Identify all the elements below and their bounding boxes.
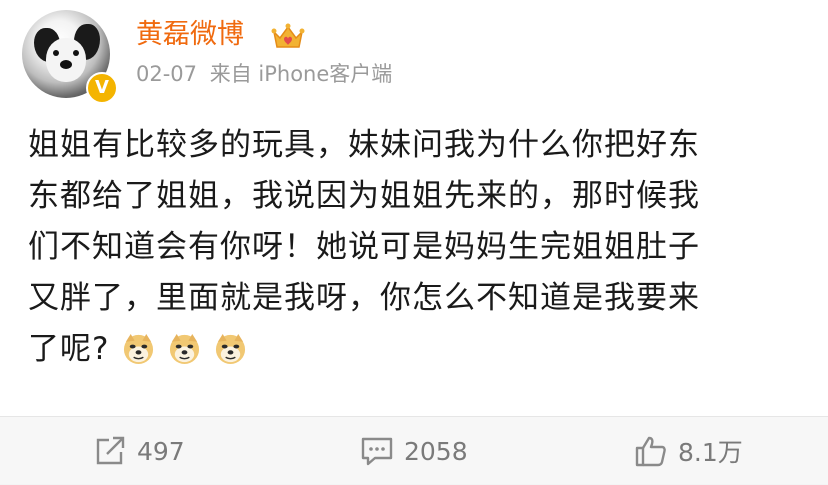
username[interactable]: 黄磊微博 (136, 18, 244, 52)
weibo-post: V 黄磊微博 02-07 来自 iPhone客户端 姐姐有比较多的玩具，妹妹问我… (0, 0, 828, 416)
content-line-text: 了呢? (28, 331, 110, 367)
repost-icon (96, 436, 125, 465)
content-line: 姐姐有比较多的玩具，妹妹问我为什么你把好东 (28, 127, 700, 163)
verified-v-icon: V (86, 72, 118, 104)
doge-emoji-icon (124, 333, 154, 365)
like-button[interactable]: 8.1万 (634, 417, 743, 485)
comment-button[interactable]: 2058 (360, 417, 468, 485)
post-date: 02-07 (136, 62, 198, 86)
crown-vip-icon[interactable] (271, 22, 305, 50)
content-line: 东都给了姐姐，我说因为姐姐先来的，那时候我 (28, 178, 700, 214)
post-content: 姐姐有比较多的玩具，妹妹问我为什么你把好东 东都给了姐姐，我说因为姐姐先来的，那… (28, 120, 808, 375)
avatar-nose (60, 60, 72, 69)
post-header: V 黄磊微博 02-07 来自 iPhone客户端 (22, 10, 802, 104)
repost-count: 497 (137, 436, 185, 466)
doge-emoji-icon (170, 333, 200, 365)
post-source[interactable]: 来自 iPhone客户端 (210, 62, 393, 86)
comment-count: 2058 (404, 436, 468, 466)
doge-emoji-icon (215, 333, 246, 365)
like-count: 8.1万 (678, 438, 743, 467)
comment-icon (361, 437, 393, 466)
avatar-eye-left (53, 50, 59, 56)
avatar-eye-right (73, 50, 79, 56)
post-meta: 02-07 来自 iPhone客户端 (136, 60, 392, 88)
post-action-bar: 497 2058 8.1万 (0, 416, 828, 484)
content-line: 又胖了，里面就是我呀，你怎么不知道是我要来 (28, 280, 700, 316)
content-line-last: 了呢? (28, 324, 808, 375)
repost-button[interactable]: 497 (93, 417, 185, 485)
thumbs-up-icon (635, 436, 666, 467)
content-line: 们不知道会有你呀！她说可是妈妈生完姐姐肚子 (28, 229, 700, 265)
